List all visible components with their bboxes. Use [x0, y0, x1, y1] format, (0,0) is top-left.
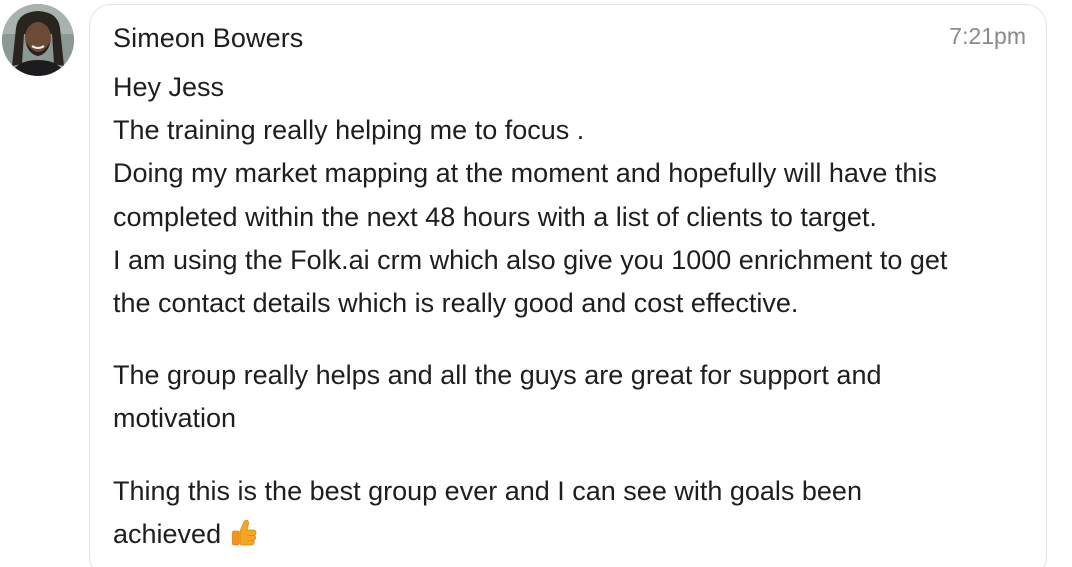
message-paragraph: Hey Jess The training really helping me …	[113, 66, 1028, 325]
message-timestamp: 7:21pm	[949, 23, 1026, 49]
thumbs-up-icon	[231, 517, 257, 560]
message-line: The training really helping me to focus …	[113, 115, 585, 146]
message-line: the contact details which is really good…	[113, 288, 799, 319]
message-line: motivation	[113, 403, 237, 434]
message-line: Hey Jess	[113, 72, 225, 102]
message-line-text: achieved	[113, 518, 222, 549]
message-line-last: achieved	[113, 513, 1028, 560]
message-row: Simeon Bowers 7:21pm Hey Jess The traini…	[0, 0, 1072, 567]
avatar-image	[2, 4, 74, 76]
message-line: I am using the Folk.ai crm which also gi…	[113, 244, 948, 275]
message-paragraph: Thing this is the best group ever and I …	[113, 470, 1028, 560]
message-line: completed within the next 48 hours with …	[113, 201, 877, 232]
message-line: Thing this is the best group ever and I …	[113, 475, 862, 506]
avatar[interactable]	[2, 4, 74, 76]
message-line: Doing my market mapping at the moment an…	[113, 158, 937, 189]
message-body: Hey Jess The training really helping me …	[113, 66, 1028, 560]
message-paragraph: The group really helps and all the guys …	[113, 354, 1028, 440]
message-line: The group really helps and all the guys …	[113, 360, 882, 391]
sender-name[interactable]: Simeon Bowers	[113, 23, 303, 54]
